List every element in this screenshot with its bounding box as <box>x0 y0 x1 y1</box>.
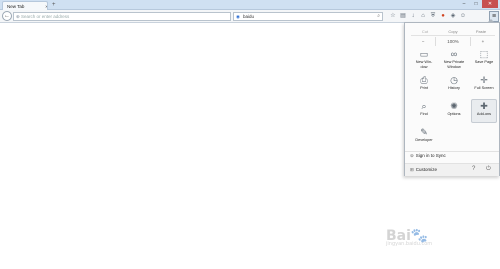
menu-panel: Cut Copy Paste − 100% + ▭ New Win- dow ∞… <box>404 22 500 176</box>
menu-item-label: Find <box>420 112 428 116</box>
help-icon[interactable]: ? <box>472 166 475 172</box>
zoom-controls: − 100% + <box>411 37 495 46</box>
menu-item-label: Save Page <box>474 60 494 64</box>
save-page-button[interactable]: ⬚ Save Page <box>471 48 497 72</box>
minimize-button[interactable]: – <box>458 0 470 8</box>
tab-strip: New Tab ✕ + – □ ✕ <box>0 0 500 10</box>
search-value: baidu <box>243 14 255 19</box>
tab-label: New Tab <box>7 4 25 9</box>
zoom-reset-button[interactable]: 100% <box>435 37 471 46</box>
zoom-in-button[interactable]: + <box>471 37 495 46</box>
menu-separator <box>405 151 499 152</box>
toolbar-icons: ☆ ▤ ↓ ⌂ ⛨ ● ◈ ☺ <box>389 12 467 21</box>
customize-button[interactable]: ⊞ Customize <box>410 167 437 173</box>
paste-button[interactable]: Paste <box>467 27 495 35</box>
developer-button[interactable]: ✎ Developer <box>411 126 437 150</box>
addons-icon: ✚ <box>480 101 488 111</box>
menu-item-label: Developer <box>415 138 433 142</box>
edit-controls: Cut Copy Paste <box>411 27 495 36</box>
baidu-watermark: Bai🐾 jingyan.baidu.com <box>386 228 432 247</box>
developer-icon: ✎ <box>420 127 428 137</box>
sign-in-to-sync-button[interactable]: ⊚ Sign in to Sync <box>410 153 446 159</box>
new-window-button[interactable]: ▭ New Win- dow <box>411 48 437 72</box>
new-private-window-button[interactable]: ∞ New Private Window <box>441 48 467 72</box>
menu-item-label: New Win- dow <box>415 60 433 69</box>
full-screen-icon: ✛ <box>480 75 488 85</box>
menu-item-label: Options <box>447 112 461 116</box>
bookmark-star-icon[interactable]: ☆ <box>389 12 397 21</box>
zoom-out-button[interactable]: − <box>411 37 435 46</box>
new-window-icon: ▭ <box>419 49 429 59</box>
find-button[interactable]: ⌕ Find <box>411 100 437 124</box>
copy-button[interactable]: Copy <box>439 27 467 35</box>
reading-list-icon[interactable]: ▤ <box>399 12 407 21</box>
search-engine-logo-icon[interactable]: ◉ <box>236 14 240 20</box>
menu-item-label: Full Screen <box>474 86 494 90</box>
smiley-icon[interactable]: ☺ <box>459 12 467 21</box>
print-icon: ⎙ <box>420 75 428 85</box>
menu-footer: ⊞ Customize ? ⏻ <box>405 164 499 176</box>
menu-item-label: New Private Window <box>443 60 465 69</box>
home-icon[interactable]: ⌂ <box>419 12 427 21</box>
history-button[interactable]: ◷ History <box>441 74 467 98</box>
print-button[interactable]: ⎙ Print <box>411 74 437 98</box>
customize-icon: ⊞ <box>410 167 414 172</box>
addons-button[interactable]: ✚ Add-ons <box>471 99 497 123</box>
full-screen-button[interactable]: ✛ Full Screen <box>471 74 497 98</box>
cut-button[interactable]: Cut <box>411 27 439 35</box>
addon-red-icon[interactable]: ● <box>439 12 447 21</box>
menu-item-label: Print <box>420 86 428 90</box>
private-window-icon: ∞ <box>450 49 458 59</box>
back-button[interactable]: ← <box>2 11 12 21</box>
menu-item-label: History <box>448 86 460 90</box>
close-window-button[interactable]: ✕ <box>482 0 498 8</box>
window-controls: – □ ✕ <box>458 0 498 8</box>
customize-label: Customize <box>415 167 438 172</box>
puzzle-icon[interactable]: ◈ <box>449 12 457 21</box>
sign-in-label: Sign in to Sync <box>415 153 446 158</box>
options-button[interactable]: ✺ Options <box>441 100 467 124</box>
watermark-subtext: jingyan.baidu.com <box>386 241 433 247</box>
tab-new-tab[interactable]: New Tab ✕ <box>2 1 48 10</box>
search-go-icon[interactable]: ⌕ <box>377 13 380 19</box>
maximize-button[interactable]: □ <box>470 0 482 8</box>
sync-icon: ⊚ <box>410 153 414 158</box>
menu-item-label: Add-ons <box>476 112 492 116</box>
new-tab-button[interactable]: + <box>52 2 56 8</box>
tab-close-icon[interactable]: ✕ <box>45 4 47 9</box>
url-bar[interactable]: ⊕ Search or enter address ↻ <box>13 12 242 21</box>
history-icon: ◷ <box>450 75 458 85</box>
quit-icon[interactable]: ⏻ <box>486 166 491 173</box>
shield-icon[interactable]: ⛨ <box>429 12 437 21</box>
identity-icon: ⊕ <box>16 14 20 19</box>
url-placeholder: Search or enter address <box>21 14 70 19</box>
search-bar[interactable]: ◉ baidu ⌕ <box>233 12 383 21</box>
find-icon: ⌕ <box>421 101 427 111</box>
download-icon[interactable]: ↓ <box>409 12 417 21</box>
save-page-icon: ⬚ <box>479 49 489 59</box>
options-icon: ✺ <box>450 101 458 111</box>
